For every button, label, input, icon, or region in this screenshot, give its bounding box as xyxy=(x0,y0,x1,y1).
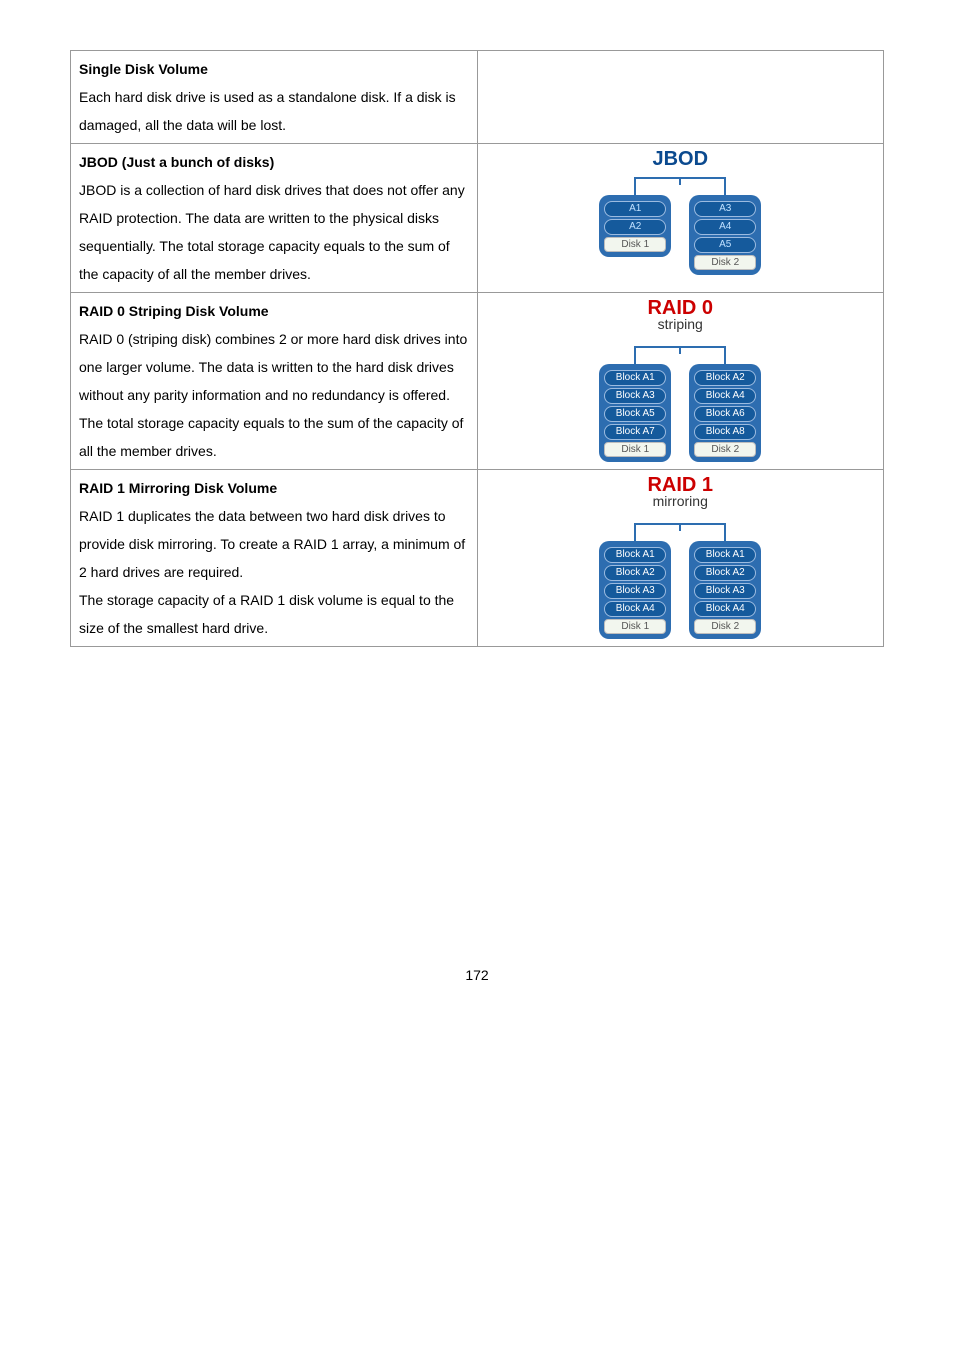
single-title: Single Disk Volume xyxy=(79,61,208,77)
block: A1 xyxy=(604,201,666,217)
disk-body: A1 A2 Disk 1 xyxy=(599,195,671,257)
block: A5 xyxy=(694,237,756,253)
block: Block A4 xyxy=(694,601,756,617)
raid0-title: RAID 0 Striping Disk Volume xyxy=(79,303,269,319)
raid1-body: RAID 1 duplicates the data between two h… xyxy=(79,508,465,580)
disk-label: Disk 1 xyxy=(604,442,666,457)
block: Block A7 xyxy=(604,424,666,440)
jbod-disks: A1 A2 Disk 1 A3 A4 A5 Disk 2 xyxy=(599,195,761,275)
block: Block A3 xyxy=(604,583,666,599)
disk-body: Block A1 Block A2 Block A3 Block A4 Disk… xyxy=(689,541,761,639)
raid0-disk-1: Block A1 Block A3 Block A5 Block A7 Disk… xyxy=(599,364,671,462)
disk-label: Disk 1 xyxy=(604,237,666,252)
cell-single-diagram xyxy=(477,51,884,144)
cell-raid0-desc: RAID 0 Striping Disk Volume RAID 0 (stri… xyxy=(71,293,478,470)
cell-jbod-desc: JBOD (Just a bunch of disks) JBOD is a c… xyxy=(71,144,478,293)
disk-body: Block A1 Block A2 Block A3 Block A4 Disk… xyxy=(599,541,671,639)
block: Block A2 xyxy=(604,565,666,581)
single-body: Each hard disk drive is used as a standa… xyxy=(79,89,456,133)
raid1-body2: The storage capacity of a RAID 1 disk vo… xyxy=(79,592,454,636)
block: Block A3 xyxy=(604,388,666,404)
cell-single-desc: Single Disk Volume Each hard disk drive … xyxy=(71,51,478,144)
disk-label: Disk 2 xyxy=(694,619,756,634)
raid1-title: RAID 1 Mirroring Disk Volume xyxy=(79,480,277,496)
block: Block A3 xyxy=(694,583,756,599)
raid0-diagram-sub: striping xyxy=(486,316,876,332)
raid1-disks: Block A1 Block A2 Block A3 Block A4 Disk… xyxy=(599,541,761,639)
jbod-disk-1: A1 A2 Disk 1 xyxy=(599,195,671,275)
disk-body: A3 A4 A5 Disk 2 xyxy=(689,195,761,275)
disk-body: Block A2 Block A4 Block A6 Block A8 Disk… xyxy=(689,364,761,462)
raid1-disk-2: Block A1 Block A2 Block A3 Block A4 Disk… xyxy=(689,541,761,639)
page-number: 172 xyxy=(70,967,884,983)
block: Block A6 xyxy=(694,406,756,422)
disk-label: Disk 2 xyxy=(694,255,756,270)
block: Block A1 xyxy=(694,547,756,563)
block: Block A4 xyxy=(604,601,666,617)
raid0-body2: The total storage capacity equals to the… xyxy=(79,415,463,459)
block: A2 xyxy=(604,219,666,235)
disk-body: Block A1 Block A3 Block A5 Block A7 Disk… xyxy=(599,364,671,462)
jbod-disk-2: A3 A4 A5 Disk 2 xyxy=(689,195,761,275)
cell-raid1-diagram: RAID 1 mirroring Block A1 Block A2 Block… xyxy=(477,470,884,647)
block: Block A2 xyxy=(694,370,756,386)
block: Block A2 xyxy=(694,565,756,581)
jbod-body: JBOD is a collection of hard disk drives… xyxy=(79,182,465,282)
raid-table: Single Disk Volume Each hard disk drive … xyxy=(70,50,884,647)
block: A4 xyxy=(694,219,756,235)
cell-jbod-diagram: JBOD A1 A2 Disk 1 A3 A4 A5 Disk 2 xyxy=(477,144,884,293)
block: Block A5 xyxy=(604,406,666,422)
block: Block A4 xyxy=(694,388,756,404)
block: Block A8 xyxy=(694,424,756,440)
raid1-diagram-sub: mirroring xyxy=(486,493,876,509)
block: Block A1 xyxy=(604,547,666,563)
cell-raid0-diagram: RAID 0 striping Block A1 Block A3 Block … xyxy=(477,293,884,470)
disk-label: Disk 2 xyxy=(694,442,756,457)
block: Block A1 xyxy=(604,370,666,386)
raid0-disks: Block A1 Block A3 Block A5 Block A7 Disk… xyxy=(599,364,761,462)
raid0-disk-2: Block A2 Block A4 Block A6 Block A8 Disk… xyxy=(689,364,761,462)
raid0-body: RAID 0 (striping disk) combines 2 or mor… xyxy=(79,331,467,403)
raid1-disk-1: Block A1 Block A2 Block A3 Block A4 Disk… xyxy=(599,541,671,639)
block: A3 xyxy=(694,201,756,217)
jbod-diagram-title: JBOD xyxy=(486,148,876,171)
jbod-title: JBOD (Just a bunch of disks) xyxy=(79,154,274,170)
disk-label: Disk 1 xyxy=(604,619,666,634)
cell-raid1-desc: RAID 1 Mirroring Disk Volume RAID 1 dupl… xyxy=(71,470,478,647)
